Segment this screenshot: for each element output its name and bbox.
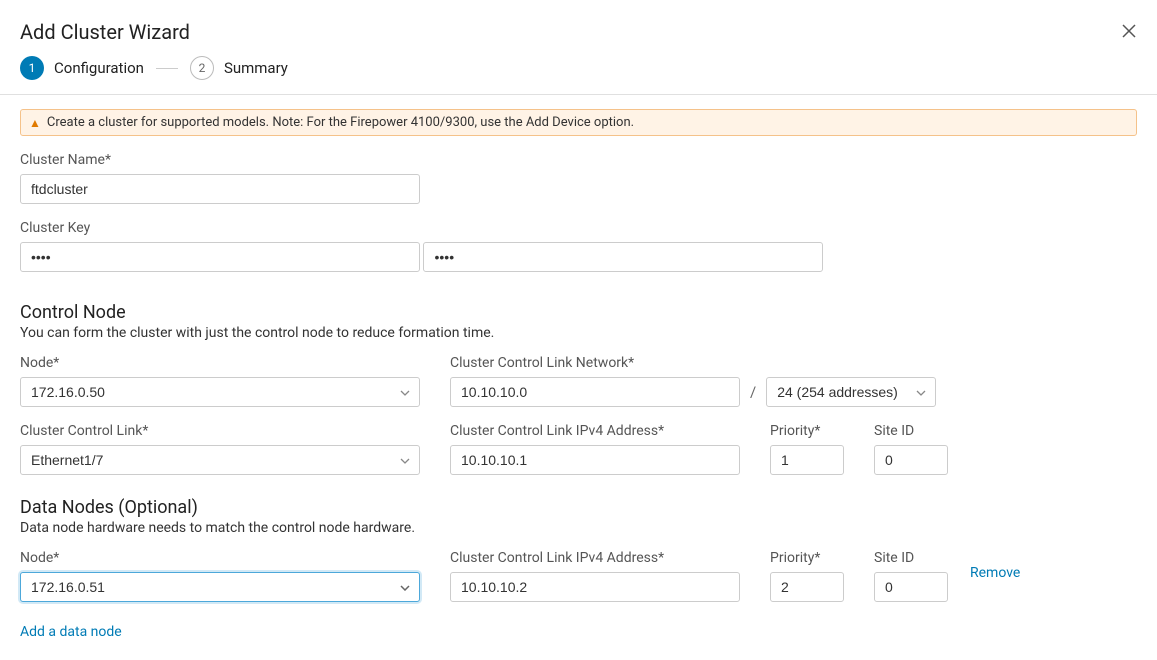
remove-data-node-link[interactable]: Remove bbox=[970, 565, 1020, 581]
priority-label: Priority* bbox=[770, 423, 844, 439]
ccl-network-label: Cluster Control Link Network* bbox=[450, 355, 936, 371]
priority-input[interactable] bbox=[770, 445, 844, 475]
ccl-ipv4-input[interactable] bbox=[450, 445, 740, 475]
cluster-key-input-1[interactable] bbox=[20, 242, 420, 272]
ccl-link-select[interactable] bbox=[20, 445, 420, 475]
ccl-ipv4-label: Cluster Control Link IPv4 Address* bbox=[450, 423, 740, 439]
cluster-key-input-2[interactable] bbox=[423, 242, 823, 272]
stepper: 1 Configuration 2 Summary bbox=[0, 44, 1157, 95]
step-1-circle: 1 bbox=[20, 56, 44, 80]
control-node-select[interactable] bbox=[20, 377, 420, 407]
data-siteid-label: Site ID bbox=[874, 550, 948, 566]
step-configuration[interactable]: 1 Configuration bbox=[20, 56, 144, 80]
cluster-name-input[interactable] bbox=[20, 174, 420, 204]
siteid-input[interactable] bbox=[874, 445, 948, 475]
siteid-label: Site ID bbox=[874, 423, 948, 439]
data-ccl-ipv4-input[interactable] bbox=[450, 572, 740, 602]
data-siteid-input[interactable] bbox=[874, 572, 948, 602]
step-summary[interactable]: 2 Summary bbox=[190, 56, 288, 80]
cluster-name-label: Cluster Name* bbox=[20, 152, 1137, 168]
data-node-select[interactable] bbox=[20, 572, 420, 602]
data-priority-input[interactable] bbox=[770, 572, 844, 602]
data-nodes-desc: Data node hardware needs to match the co… bbox=[20, 520, 1137, 536]
data-priority-label: Priority* bbox=[770, 550, 844, 566]
step-divider bbox=[156, 68, 178, 69]
data-ccl-ipv4-label: Cluster Control Link IPv4 Address* bbox=[450, 550, 740, 566]
step-2-label: Summary bbox=[224, 59, 288, 77]
add-data-node-link[interactable]: Add a data node bbox=[20, 624, 122, 640]
data-node-label: Node* bbox=[20, 550, 420, 566]
control-node-title: Control Node bbox=[20, 302, 1137, 323]
info-alert: ▲ Create a cluster for supported models.… bbox=[20, 109, 1137, 136]
ccl-link-label: Cluster Control Link* bbox=[20, 423, 420, 439]
alert-text: Create a cluster for supported models. N… bbox=[47, 115, 634, 130]
data-node-value[interactable] bbox=[20, 572, 420, 602]
close-icon bbox=[1121, 23, 1137, 39]
control-node-label: Node* bbox=[20, 355, 420, 371]
close-button[interactable] bbox=[1121, 21, 1137, 43]
step-1-label: Configuration bbox=[54, 59, 144, 77]
step-2-circle: 2 bbox=[190, 56, 214, 80]
control-node-desc: You can form the cluster with just the c… bbox=[20, 325, 1137, 341]
ccl-link-value[interactable] bbox=[20, 445, 420, 475]
data-nodes-title: Data Nodes (Optional) bbox=[20, 497, 1137, 518]
wizard-title: Add Cluster Wizard bbox=[20, 20, 190, 44]
subnet-value[interactable] bbox=[766, 377, 936, 407]
slash-separator: / bbox=[750, 383, 756, 401]
ccl-network-input[interactable] bbox=[450, 377, 740, 407]
subnet-select[interactable] bbox=[766, 377, 936, 407]
cluster-key-label: Cluster Key bbox=[20, 220, 1137, 236]
warning-icon: ▲ bbox=[29, 116, 41, 130]
control-node-value[interactable] bbox=[20, 377, 420, 407]
